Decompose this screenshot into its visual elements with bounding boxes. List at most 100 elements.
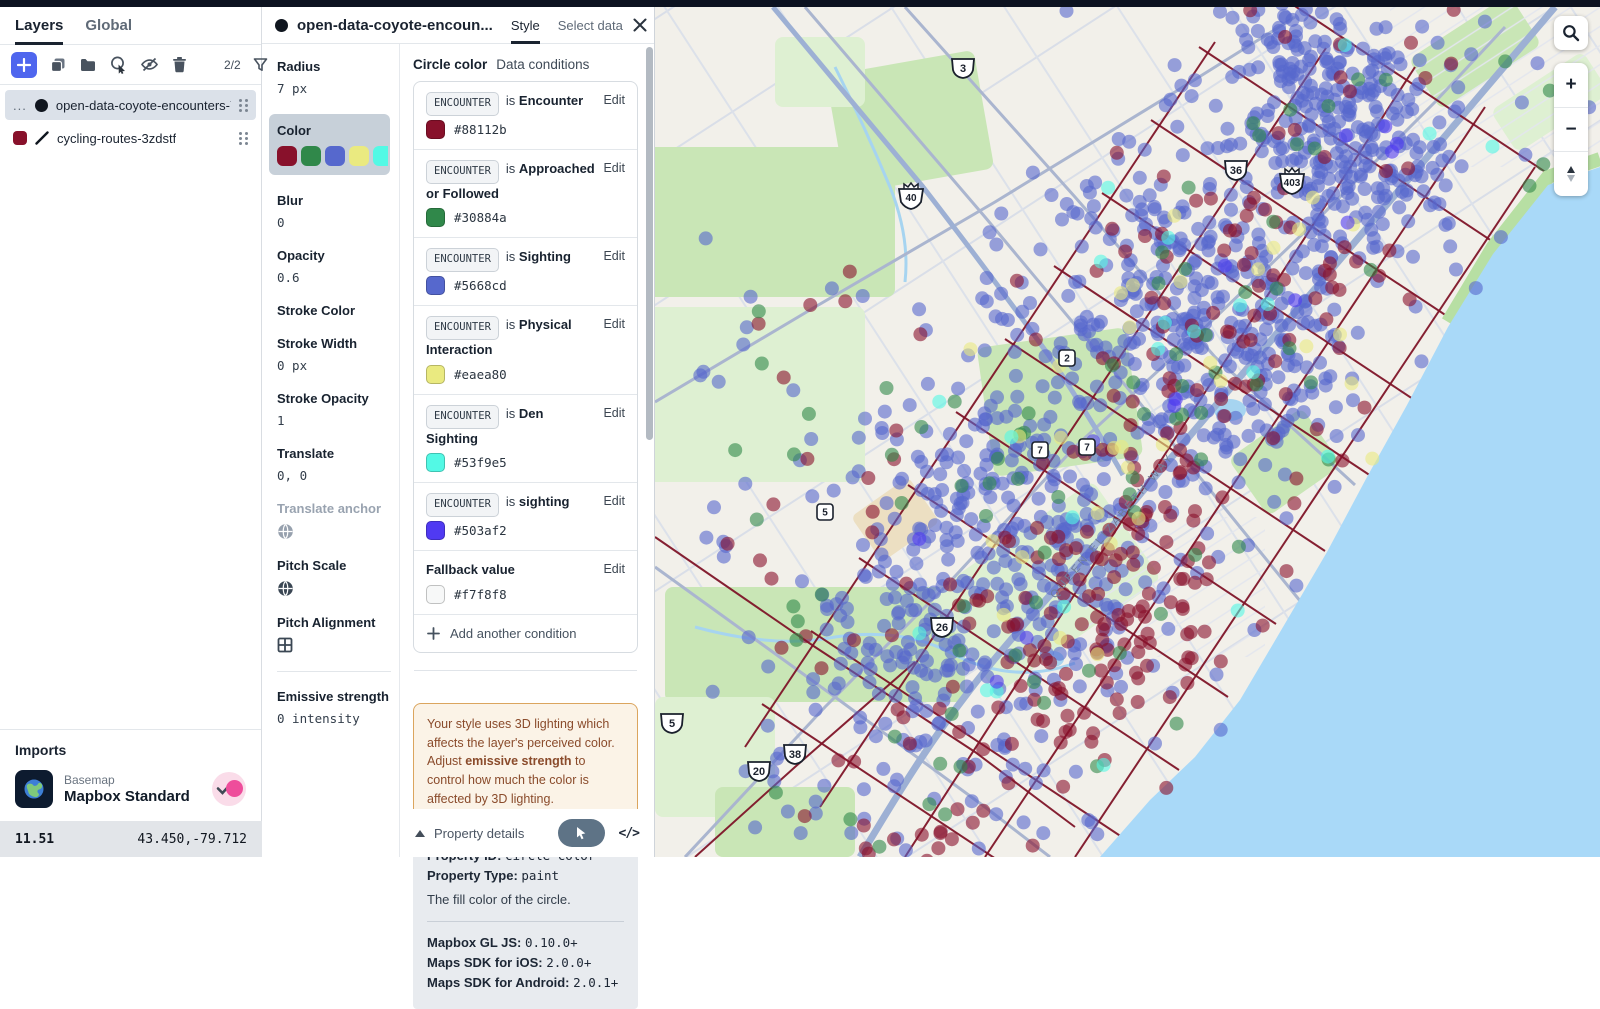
edit-condition-link[interactable]: Edit [603,317,625,331]
condition-hex: #eaea80 [454,367,507,382]
road-shield: 5 [661,714,683,733]
condition-color-swatch[interactable] [426,120,445,139]
condition-hex: #503af2 [454,523,507,538]
filter-funnel-icon[interactable] [253,55,268,75]
field-badge: ENCOUNTER [426,248,499,272]
property-stroke-width: Stroke Width0 px [277,336,391,373]
edit-condition-link[interactable]: Edit [603,494,625,508]
fallback-hex: #f7f8f8 [454,587,507,602]
edit-condition-link[interactable]: Edit [603,406,625,420]
property-value[interactable]: 1 [277,413,391,428]
code-view-icon[interactable]: </> [619,826,639,841]
tab-layers[interactable]: Layers [15,7,63,44]
window-top-bar [0,0,1600,7]
property-details-toggle[interactable]: Property details [415,826,524,841]
property-value[interactable]: 0 px [277,358,391,373]
group-folder-icon[interactable] [79,55,97,75]
delete-layer-icon[interactable] [171,55,188,75]
condition-color-swatch[interactable] [426,365,445,384]
layers-sidebar: Layers Global 2/2 ...open-data-coyote-en… [0,7,262,857]
map-status-bar: 11.51 43.450,-79.712 [0,821,262,857]
color-swatch[interactable] [325,146,345,166]
basemap-row[interactable]: Basemap Mapbox Standard [15,770,246,808]
svg-text:38: 38 [789,749,801,761]
property-color[interactable]: Color [269,114,390,175]
road-shield: 36 [1225,161,1247,180]
field-badge: ENCOUNTER [426,160,499,184]
condition-hex: #30884a [454,210,507,225]
property-description: The fill color of the circle. [427,892,624,907]
zoom-level-value: 11.51 [15,832,54,847]
edit-fallback-link[interactable]: Edit [603,562,625,576]
field-badge: ENCOUNTER [426,316,499,340]
property-opacity: Opacity0.6 [277,248,391,285]
cursor-mode-button[interactable] [558,819,605,847]
globe-icon[interactable] [277,523,391,540]
compass-button[interactable] [1554,152,1588,196]
property-details-box: Property ID: circle-color Property Type:… [413,835,638,1009]
tab-select-data[interactable]: Select data [558,7,623,43]
property-value[interactable]: 0.6 [277,270,391,285]
property-value[interactable]: 7 px [277,81,391,96]
map-canvas[interactable]: QUEEN ELIZABETH WAY3403640327752653820 +… [655,7,1600,857]
svg-text:20: 20 [753,766,765,778]
svg-text:5: 5 [669,718,675,730]
tab-style[interactable]: Style [511,7,540,43]
road-shield: 20 [748,762,770,781]
condition-row: ENCOUNTERis sighting Edit #503af2 [414,482,637,550]
property-value[interactable]: 0, 0 [277,468,391,483]
panel-footer: Property details </> [400,809,654,857]
globe-icon[interactable] [277,580,391,597]
svg-text:26: 26 [936,622,948,634]
circle-layer-type-icon [275,19,288,32]
select-layer-icon[interactable] [109,55,128,75]
condition-color-swatch[interactable] [426,521,445,540]
sdk-support-row: Maps SDK for Android: 2.0.1+ [427,975,624,990]
drag-handle[interactable] [239,99,248,112]
map-search-button[interactable] [1554,16,1588,50]
drag-handle[interactable] [239,132,248,145]
layer-name: cycling-routes-3zdstf [57,131,176,146]
edit-condition-link[interactable]: Edit [603,249,625,263]
zoom-in-button[interactable]: + [1554,63,1588,108]
svg-text:2: 2 [1064,354,1070,365]
basemap-name: Mapbox Standard [64,788,190,805]
condition-color-swatch[interactable] [426,453,445,472]
zoom-out-button[interactable]: − [1554,108,1588,153]
property-value[interactable]: 0 intensity [277,711,391,726]
road-shield: 7 [1079,439,1095,455]
color-swatch[interactable] [349,146,369,166]
edit-condition-link[interactable]: Edit [603,93,625,107]
search-icon [1562,24,1580,42]
add-layer-button[interactable] [11,52,37,78]
circle-layer-icon [35,99,48,112]
layer-row[interactable]: cycling-routes-3zdstf [5,123,256,153]
duplicate-layer-icon[interactable] [49,55,67,75]
svg-text:7: 7 [1084,443,1090,454]
fallback-color-swatch[interactable] [426,585,445,604]
condition-value: Sighting [519,249,571,264]
panel-header: open-data-coyote-encoun... Style Select … [262,7,654,44]
basemap-label: Basemap [64,773,190,787]
mode-label: Data conditions [496,57,589,72]
condition-color-swatch[interactable] [426,208,445,227]
panel-scrollbar[interactable] [646,47,653,440]
edit-condition-link[interactable]: Edit [603,161,625,175]
condition-color-swatch[interactable] [426,276,445,295]
color-swatch[interactable] [277,146,297,166]
condition-row: ENCOUNTERis Encounter Edit #88112b [414,82,637,149]
close-icon[interactable] [632,17,648,33]
grid-icon[interactable] [277,637,391,653]
color-swatch[interactable] [301,146,321,166]
road-shield: 38 [784,745,806,764]
layer-row[interactable]: ...open-data-coyote-encounters-7lx... [5,90,256,120]
hide-layer-icon[interactable] [140,55,159,75]
property-value[interactable]: 0 [277,215,391,230]
info-divider [427,921,624,922]
road-shield: 2 [1059,350,1075,366]
layer-prefix: ... [13,98,27,113]
tab-global[interactable]: Global [85,7,132,44]
add-condition-button[interactable]: Add another condition [414,614,637,652]
color-swatch[interactable] [373,146,388,166]
basemap-status-toggle[interactable] [212,772,246,806]
